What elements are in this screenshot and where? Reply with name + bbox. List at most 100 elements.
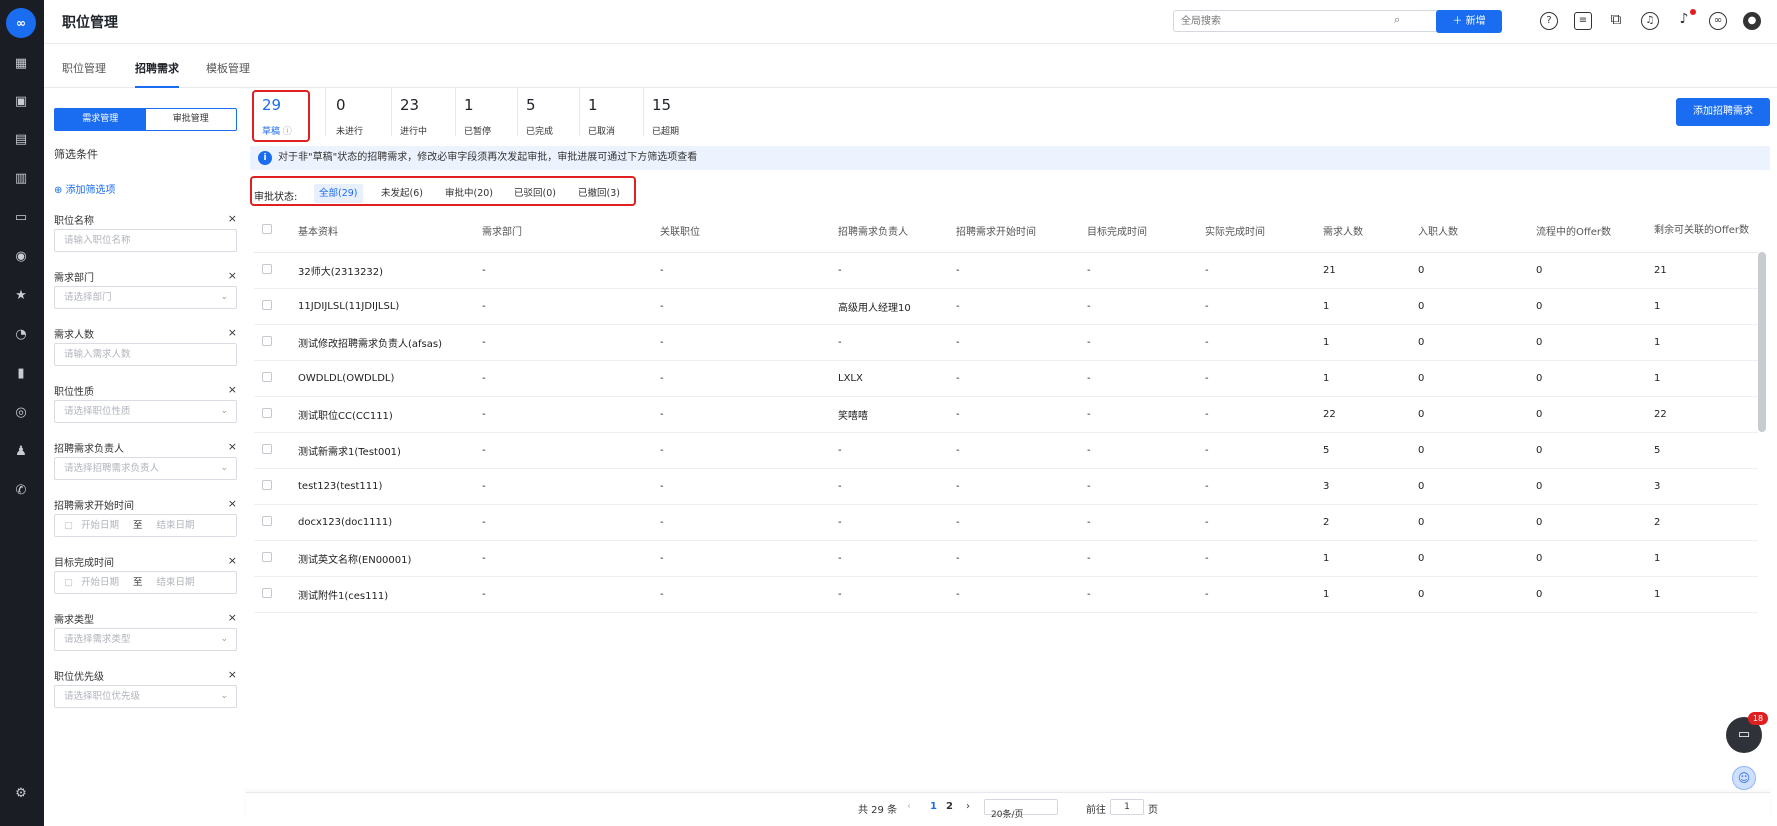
- stat-not-started[interactable]: 0 未进行: [328, 88, 392, 137]
- column-header[interactable]: 入职人数: [1418, 210, 1536, 253]
- column-header[interactable]: 招聘需求开始时间: [956, 210, 1087, 253]
- people-icon[interactable]: ♟: [13, 444, 29, 460]
- page-1[interactable]: 1: [930, 801, 937, 812]
- headset-icon[interactable]: ♫: [1641, 12, 1659, 30]
- settings-icon[interactable]: ⚙: [13, 786, 29, 802]
- demand-type-select[interactable]: 请选择需求类型 ⌄: [54, 628, 237, 651]
- column-header[interactable]: 剩余可关联的Offer数: [1654, 210, 1758, 253]
- close-icon[interactable]: ×: [228, 383, 237, 396]
- assistant-bot-icon[interactable]: ☺: [1732, 766, 1756, 790]
- table-row[interactable]: 测试新需求1(Test001) - - - - - -5 0 0 5: [254, 432, 1758, 469]
- new-button[interactable]: ＋ 新增: [1436, 10, 1502, 33]
- chat-button[interactable]: ▭ 18: [1726, 712, 1768, 753]
- column-header[interactable]: 需求部门: [482, 210, 660, 253]
- select-all-checkbox[interactable]: [262, 224, 272, 235]
- link-icon[interactable]: ∞: [1709, 12, 1727, 30]
- row-checkbox[interactable]: [262, 515, 272, 526]
- row-basic-info[interactable]: 测试新需求1(Test001): [298, 432, 482, 469]
- column-header[interactable]: 目标完成时间: [1087, 210, 1205, 253]
- table-row[interactable]: 测试修改招聘需求负责人(afsas) - - - - - -1 0 0 1: [254, 324, 1758, 361]
- next-page-icon[interactable]: ›: [966, 801, 970, 812]
- position-nature-select[interactable]: 请选择职位性质 ⌄: [54, 400, 237, 423]
- row-basic-info[interactable]: 测试修改招聘需求负责人(afsas): [298, 324, 482, 361]
- row-checkbox[interactable]: [262, 299, 272, 310]
- star-badge-icon[interactable]: ★: [13, 288, 29, 304]
- row-checkbox[interactable]: [262, 587, 272, 598]
- row-basic-info[interactable]: OWDLDL(OWDLDL): [298, 360, 482, 397]
- close-icon[interactable]: ×: [228, 611, 237, 624]
- column-header[interactable]: 关联职位: [660, 210, 838, 253]
- close-icon[interactable]: ×: [228, 269, 237, 282]
- bell-icon[interactable]: ♪: [1675, 9, 1696, 30]
- close-icon[interactable]: ×: [228, 554, 237, 567]
- close-icon[interactable]: ×: [228, 440, 237, 453]
- target-time-range[interactable]: ▢ 开始日期 至 结束日期: [54, 571, 237, 594]
- stat-overdue[interactable]: 15 已超期: [644, 88, 708, 137]
- page-size-select[interactable]: 20条/页 ⌄: [984, 799, 1058, 820]
- column-header[interactable]: 需求人数: [1323, 210, 1418, 253]
- start-time-range[interactable]: ▢ 开始日期 至 结束日期: [54, 514, 237, 537]
- dashboard-icon[interactable]: ▦: [13, 56, 29, 72]
- row-checkbox[interactable]: [262, 335, 272, 346]
- table-row[interactable]: 测试职位CC(CC111) - - 笑嘻嘻 - - -22 0 0 22: [254, 396, 1758, 433]
- stat-in-progress[interactable]: 23 进行中: [392, 88, 456, 137]
- row-basic-info[interactable]: 11JDIJLSL(11JDIJLSL): [298, 288, 482, 325]
- table-row[interactable]: OWDLDL(OWDLDL) - - LXLX - - -1 0 0 1: [254, 360, 1758, 397]
- goto-page-input[interactable]: 1: [1110, 799, 1144, 815]
- table-scrollbar[interactable]: [1758, 252, 1766, 432]
- column-header[interactable]: 实际完成时间: [1205, 210, 1323, 253]
- global-search-input[interactable]: [1173, 10, 1461, 32]
- page-2[interactable]: 2: [946, 801, 953, 812]
- briefcase-icon[interactable]: ▣: [13, 94, 29, 110]
- table-row[interactable]: 11JDIJLSL(11JDIJLSL) - - 高级用人经理10- - -1 0 0 1: [254, 288, 1758, 325]
- stat-paused[interactable]: 1 已暂停: [456, 88, 518, 137]
- row-checkbox[interactable]: [262, 479, 272, 490]
- add-demand-button[interactable]: 添加招聘需求: [1676, 98, 1770, 126]
- id-card-icon[interactable]: ▭: [13, 210, 29, 226]
- column-header[interactable]: 流程中的Offer数: [1536, 210, 1654, 253]
- segment-demand-management[interactable]: 需求管理: [55, 109, 146, 130]
- person-badge-icon[interactable]: ◎: [13, 405, 29, 421]
- phone-icon[interactable]: ✆: [13, 483, 29, 499]
- search-icon[interactable]: ⌕: [1394, 14, 1406, 26]
- puzzle-icon[interactable]: ⧉: [1607, 12, 1625, 30]
- headcount-input[interactable]: 请输入需求人数: [54, 343, 237, 366]
- row-checkbox[interactable]: [262, 407, 272, 418]
- column-header[interactable]: 基本资料: [298, 210, 482, 253]
- row-checkbox[interactable]: [262, 551, 272, 562]
- add-filter-link[interactable]: ⊕ 添加筛选项: [54, 181, 116, 196]
- priority-select[interactable]: 请选择职位优先级 ⌄: [54, 685, 237, 708]
- notes-icon[interactable]: ≡: [1574, 12, 1592, 30]
- department-select[interactable]: 请选择部门 ⌄: [54, 286, 237, 309]
- stat-completed[interactable]: 5 已完成: [518, 88, 580, 137]
- position-name-input[interactable]: 请输入职位名称: [54, 229, 237, 252]
- close-icon[interactable]: ×: [228, 497, 237, 510]
- document-icon[interactable]: ▤: [13, 132, 29, 148]
- row-checkbox[interactable]: [262, 371, 272, 382]
- tab-position-management[interactable]: 职位管理: [62, 60, 106, 76]
- app-logo[interactable]: ∞: [6, 8, 36, 38]
- table-row[interactable]: test123(test111) - - - - - -3 0 0 3: [254, 468, 1758, 505]
- stat-cancelled[interactable]: 1 已取消: [580, 88, 644, 137]
- close-icon[interactable]: ×: [228, 212, 237, 225]
- row-basic-info[interactable]: 测试英文名称(EN00001): [298, 540, 482, 577]
- help-icon[interactable]: ?: [1540, 12, 1558, 30]
- calendar-grid-icon[interactable]: ▥: [13, 171, 29, 187]
- tab-template-management[interactable]: 模板管理: [206, 60, 250, 76]
- row-basic-info[interactable]: 32师大(2313232): [298, 252, 482, 289]
- row-checkbox[interactable]: [262, 443, 272, 454]
- table-row[interactable]: 测试附件1(ces111) - - - - - -1 0 0 1: [254, 576, 1758, 613]
- close-icon[interactable]: ×: [228, 668, 237, 681]
- prev-page-icon[interactable]: ‹: [907, 801, 911, 812]
- user-icon[interactable]: ●: [1743, 12, 1761, 30]
- table-row[interactable]: docx123(doc1111) - - - - - -2 0 0 2: [254, 504, 1758, 541]
- row-basic-info[interactable]: docx123(doc1111): [298, 504, 482, 541]
- tab-recruitment-demand[interactable]: 招聘需求: [135, 60, 179, 88]
- row-basic-info[interactable]: 测试职位CC(CC111): [298, 396, 482, 433]
- table-row[interactable]: 测试英文名称(EN00001) - - - - - -1 0 0 1: [254, 540, 1758, 577]
- row-checkbox[interactable]: [262, 263, 272, 274]
- row-basic-info[interactable]: test123(test111): [298, 468, 482, 505]
- row-basic-info[interactable]: 测试附件1(ces111): [298, 576, 482, 613]
- table-row[interactable]: 32师大(2313232) - - - - - -21 0 0 21: [254, 252, 1758, 289]
- owner-select[interactable]: 请选择招聘需求负责人 ⌄: [54, 457, 237, 480]
